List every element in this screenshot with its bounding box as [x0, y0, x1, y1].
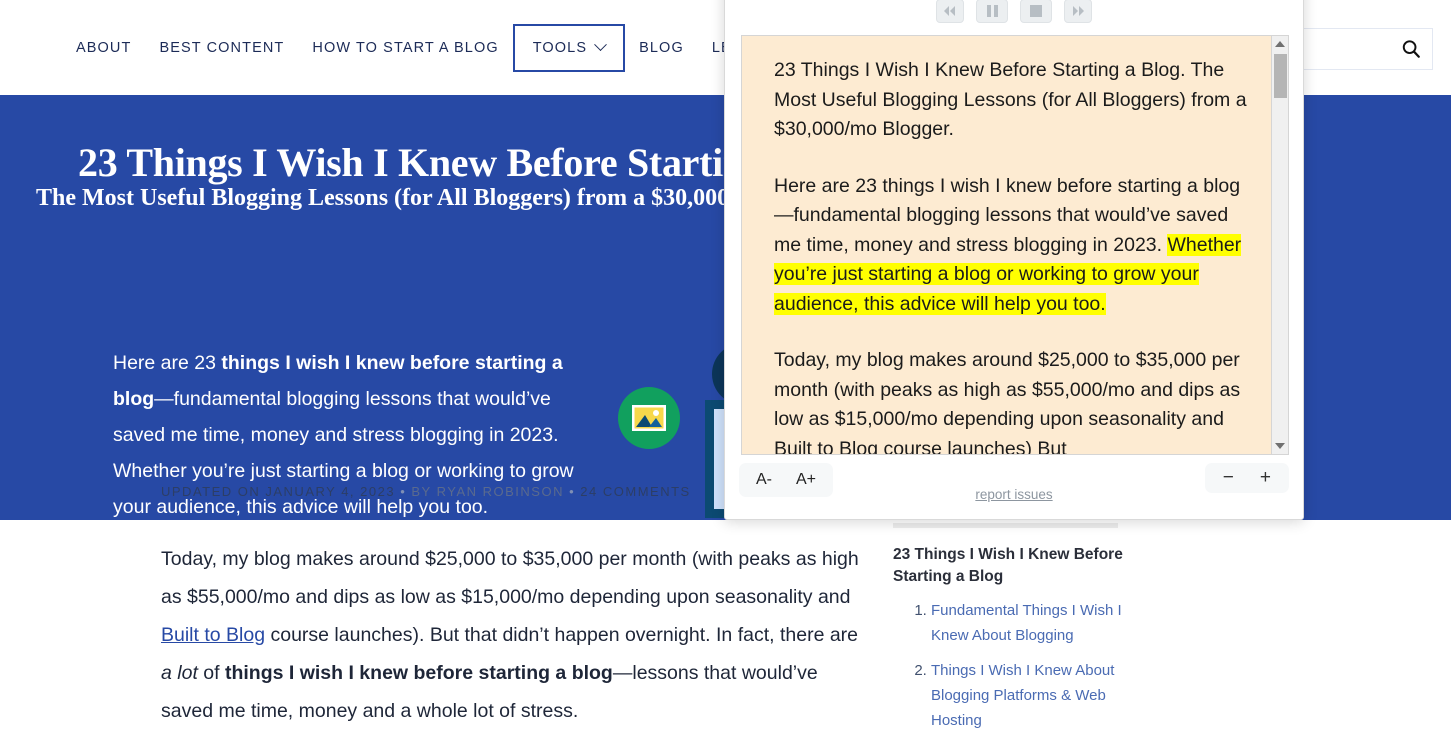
- tts-text-content: 23 Things I Wish I Knew Before Starting …: [742, 36, 1288, 455]
- meta-separator-1: •: [400, 484, 407, 499]
- nav-item-about[interactable]: ABOUT: [62, 26, 145, 70]
- pause-button[interactable]: [976, 0, 1008, 23]
- stop-button[interactable]: [1020, 0, 1052, 23]
- rewind-button[interactable]: [936, 0, 964, 23]
- zoom-out-button[interactable]: −: [1211, 468, 1246, 488]
- article-text-3: of: [197, 662, 225, 684]
- zoom-in-button[interactable]: +: [1248, 468, 1283, 488]
- article-text-2: course launches). But that didn’t happen…: [265, 624, 859, 646]
- playback-controls: [725, 0, 1303, 23]
- toc-link-1[interactable]: Fundamental Things I Wish I Knew About B…: [931, 602, 1122, 644]
- caret-down-icon: [1275, 443, 1285, 449]
- article-body: Today, my blog makes around $25,000 to $…: [161, 540, 861, 730]
- toc-list: Fundamental Things I Wish I Knew About B…: [893, 598, 1123, 733]
- tts-paragraph-2: Here are 23 things I wish I knew before …: [774, 172, 1248, 320]
- nav-links: ABOUT BEST CONTENT HOW TO START A BLOG T…: [62, 23, 780, 72]
- tts-text-area[interactable]: 23 Things I Wish I Knew Before Starting …: [741, 35, 1289, 455]
- forward-button[interactable]: [1064, 0, 1092, 23]
- chevron-down-icon: [594, 38, 607, 52]
- zoom-controls: − +: [1204, 463, 1289, 493]
- stop-icon: [1030, 5, 1042, 17]
- nav-item-tools-label: TOOLS: [532, 39, 588, 56]
- image-icon-badge: [618, 387, 680, 449]
- article-bold: things I wish I knew before starting a b…: [224, 662, 613, 684]
- meta-updated: UPDATED ON JANUARY 4, 2023: [161, 484, 396, 499]
- sidebar-divider: [893, 523, 1118, 528]
- scroll-up-button[interactable]: [1272, 36, 1288, 52]
- hero-paragraph-pre: Here are 23: [113, 352, 222, 374]
- rewind-icon: [944, 6, 955, 16]
- nav-item-best-content[interactable]: BEST CONTENT: [145, 26, 298, 70]
- article-paragraph: Today, my blog makes around $25,000 to $…: [161, 540, 861, 730]
- sidebar-title: 23 Things I Wish I Knew Before Starting …: [893, 546, 1123, 585]
- meta-comments[interactable]: 24 COMMENTS: [580, 484, 690, 499]
- scroll-down-button[interactable]: [1272, 438, 1288, 454]
- meta-separator-2: •: [569, 484, 576, 499]
- page-root: ABOUT BEST CONTENT HOW TO START A BLOG T…: [0, 0, 1451, 745]
- caret-up-icon: [1275, 41, 1285, 47]
- article-italic: a lot: [161, 662, 198, 684]
- pause-icon: [986, 5, 998, 17]
- tts-bottom-bar: A- A+ report issues − +: [725, 453, 1303, 519]
- sidebar-table-of-contents: 23 Things I Wish I Knew Before Starting …: [893, 523, 1123, 743]
- fast-forward-icon: [1073, 6, 1084, 16]
- image-icon: [632, 405, 666, 431]
- article-meta: UPDATED ON JANUARY 4, 2023 • BY RYAN ROB…: [161, 484, 691, 499]
- nav-item-how-to-start-a-blog[interactable]: HOW TO START A BLOG: [298, 26, 512, 70]
- text-to-speech-panel: 23 Things I Wish I Knew Before Starting …: [724, 0, 1304, 520]
- list-item[interactable]: Fundamental Things I Wish I Knew About B…: [931, 598, 1123, 648]
- meta-author: BY RYAN ROBINSON: [411, 484, 564, 499]
- nav-item-tools[interactable]: TOOLS: [512, 23, 626, 72]
- scrollbar-thumb[interactable]: [1274, 54, 1287, 98]
- tts-paragraph-1: 23 Things I Wish I Knew Before Starting …: [774, 59, 1247, 140]
- search-icon[interactable]: [1400, 38, 1422, 60]
- built-to-blog-link[interactable]: Built to Blog: [161, 624, 265, 646]
- toc-link-2[interactable]: Things I Wish I Knew About Blogging Plat…: [931, 662, 1114, 729]
- list-item[interactable]: Things I Wish I Knew About Blogging Plat…: [931, 658, 1123, 733]
- tts-scrollbar[interactable]: [1271, 36, 1288, 454]
- tts-paragraph-3: Today, my blog makes around $25,000 to $…: [774, 349, 1241, 455]
- nav-item-blog[interactable]: BLOG: [625, 26, 698, 70]
- article-text-1: Today, my blog makes around $25,000 to $…: [161, 548, 859, 608]
